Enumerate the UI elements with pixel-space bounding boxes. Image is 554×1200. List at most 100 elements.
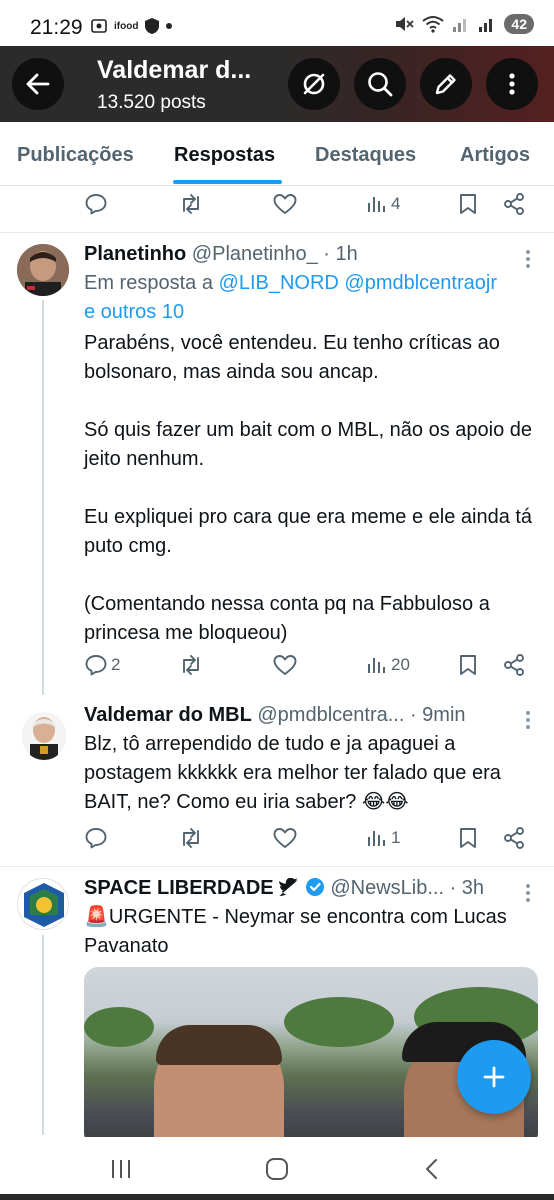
tweet-author: Valdemar do MBL @pmdblcentra... · 9min	[84, 704, 466, 727]
reply-button[interactable]: 2	[84, 653, 120, 677]
tweet-paragraph: Parabéns, você entendeu. Eu tenho crític…	[84, 332, 500, 383]
thread-line	[42, 935, 44, 1135]
more-vertical-icon	[509, 73, 515, 95]
tweet-paragraph: Eu expliquei pro cara que era meme e ele…	[84, 506, 533, 557]
share-icon	[504, 193, 524, 215]
retweet-button[interactable]	[178, 653, 204, 677]
edit-icon	[435, 74, 456, 95]
tweet-more-button[interactable]	[524, 250, 532, 268]
retweet-button[interactable]	[178, 826, 204, 850]
status-time: 21:29	[30, 16, 83, 39]
tweet-text: Blz, tô arrependido de tudo e ja apaguei…	[84, 733, 501, 813]
mute-icon	[396, 17, 415, 31]
heart-icon	[273, 194, 297, 214]
signal-icon-2	[479, 19, 493, 32]
like-button[interactable]	[272, 653, 298, 677]
bookmark-button[interactable]	[457, 192, 479, 216]
tweet-text: 🚨URGENTE - Neymar se encontra com Lucas …	[84, 906, 507, 957]
views-icon	[368, 831, 385, 846]
bookmark-icon	[460, 655, 476, 675]
avatar[interactable]	[17, 244, 69, 296]
tweet-divider	[0, 232, 554, 233]
views-icon	[368, 658, 385, 673]
tab-destaques[interactable]: Destaques	[315, 144, 416, 167]
back-button[interactable]	[12, 58, 64, 110]
like-button[interactable]	[272, 826, 298, 850]
avatar-photo	[22, 712, 66, 760]
more-button[interactable]	[486, 58, 538, 110]
plus-icon	[483, 1066, 505, 1088]
reply-icon	[85, 655, 107, 676]
share-button[interactable]	[502, 653, 526, 677]
avatar[interactable]	[22, 712, 66, 760]
space-liberdade-logo	[18, 879, 68, 929]
retweet-icon	[183, 828, 199, 848]
author-name[interactable]: Planetinho	[84, 243, 186, 265]
home-icon[interactable]	[264, 1157, 290, 1181]
views-count: 4	[391, 194, 401, 213]
tweet-paragraph: (Comentando nessa conta pq na Fabbuloso …	[84, 593, 490, 644]
bird-icon	[279, 877, 299, 896]
verified-badge-icon	[305, 878, 324, 896]
reply-button[interactable]	[84, 826, 108, 850]
author-handle: @NewsLib... · 3h	[330, 877, 485, 899]
back-icon[interactable]	[420, 1157, 444, 1181]
avatar[interactable]	[17, 878, 69, 930]
status-bar: 21:29 ifood 42	[0, 0, 554, 46]
reply-more-link[interactable]: e outros 10	[84, 301, 184, 323]
share-button[interactable]	[502, 192, 526, 216]
avatar-photo	[17, 244, 69, 296]
views-button[interactable]: 20	[366, 653, 410, 677]
tweet-more-button[interactable]	[524, 884, 532, 902]
system-navigation-bar	[0, 1137, 554, 1200]
views-count: 1	[391, 828, 401, 847]
search-button[interactable]	[354, 58, 406, 110]
edit-button[interactable]	[420, 58, 472, 110]
hide-button[interactable]	[288, 58, 340, 110]
post-count: 13.520 posts	[97, 92, 206, 113]
tab-artigos[interactable]: Artigos	[460, 144, 530, 167]
share-icon	[504, 827, 524, 849]
tab-respostas[interactable]: Respostas	[174, 144, 275, 167]
tweet-text: Parabéns, você entendeu. Eu tenho crític…	[84, 329, 544, 648]
author-name[interactable]: SPACE LIBERDADE	[84, 877, 274, 899]
views-icon	[368, 197, 385, 212]
ifood-icon: ifood	[114, 20, 139, 32]
heart-icon	[273, 828, 297, 848]
search-icon	[368, 72, 393, 97]
bookmark-button[interactable]	[457, 826, 479, 850]
bookmark-icon	[460, 194, 476, 214]
views-button[interactable]: 1	[366, 826, 400, 850]
retweet-button[interactable]	[178, 192, 204, 216]
reply-icon	[85, 194, 107, 215]
author-handle: @Planetinho_ · 1h	[191, 243, 358, 265]
reply-button[interactable]	[84, 192, 108, 216]
back-arrow-icon	[26, 73, 50, 95]
tweet-more-button[interactable]	[524, 711, 532, 729]
tweet-actions: 4	[84, 192, 534, 222]
views-button[interactable]: 4	[366, 192, 400, 216]
heart-icon	[273, 655, 297, 675]
hide-icon	[303, 73, 325, 95]
reply-context: Em resposta a @LIB_NORD @pmdblcentraojr …	[84, 269, 544, 327]
tab-publicacoes[interactable]: Publicações	[17, 144, 134, 167]
profile-tabs: Publicações Respostas Destaques Artigos	[0, 122, 554, 186]
share-icon	[504, 654, 524, 676]
bookmark-button[interactable]	[457, 653, 479, 677]
signal-icon	[453, 19, 467, 32]
compose-button[interactable]	[457, 1040, 531, 1114]
reply-users-link[interactable]: @LIB_NORD @pmdblcentraojr	[219, 272, 497, 294]
tweet-author: Planetinho @Planetinho_ · 1h	[84, 243, 358, 266]
profile-header: Valdemar d... 13.520 posts	[0, 46, 554, 122]
battery-level: 42	[504, 14, 534, 34]
author-handle: @pmdblcentra... · 9min	[257, 704, 466, 726]
author-name[interactable]: Valdemar do MBL	[84, 704, 252, 726]
views-count: 20	[391, 655, 410, 674]
like-button[interactable]	[272, 192, 298, 216]
thread-line	[42, 300, 44, 695]
recent-apps-icon[interactable]	[108, 1157, 134, 1181]
tweet-divider	[0, 866, 554, 867]
share-button[interactable]	[502, 826, 526, 850]
wifi-icon	[422, 16, 445, 33]
bookmark-icon	[460, 828, 476, 848]
